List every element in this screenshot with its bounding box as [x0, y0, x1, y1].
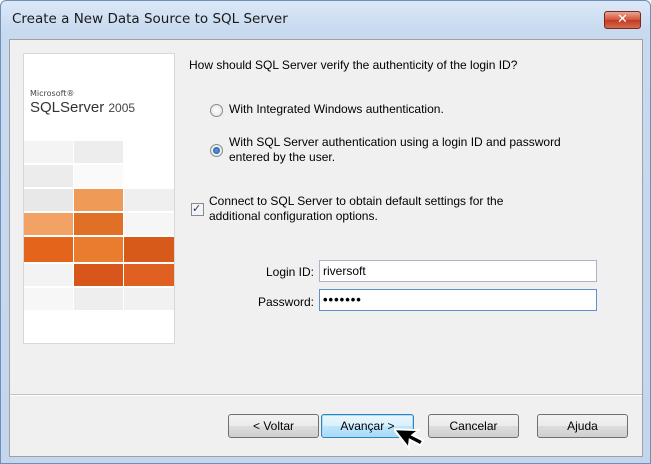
connect-checkbox-label[interactable]: Connect to SQL Server to obtain default … — [209, 194, 503, 224]
logo-tile — [74, 213, 123, 235]
title-bar[interactable]: Create a New Data Source to SQL Server ✕ — [1, 1, 650, 39]
auth-question: How should SQL Server verify the authent… — [189, 58, 518, 72]
dialog-body: Microsoft® SQLServer 2005 How should SQL… — [9, 39, 643, 457]
logo-tile — [74, 165, 123, 187]
window-title: Create a New Data Source to SQL Server — [12, 11, 288, 27]
logo-tile — [24, 141, 73, 163]
mouse-pointer-icon — [394, 428, 425, 451]
logo-microsoft-text: Microsoft® — [30, 89, 75, 98]
help-button[interactable]: Ajuda — [537, 414, 628, 438]
logo-product-name: SQLServer — [30, 99, 105, 116]
logo-tile — [74, 141, 123, 163]
close-icon: ✕ — [617, 12, 628, 27]
back-button[interactable]: < Voltar — [228, 414, 319, 438]
logo-tile — [124, 237, 174, 262]
logo-tile — [74, 189, 123, 211]
logo-tile — [124, 213, 174, 235]
windows-auth-label[interactable]: With Integrated Windows authentication. — [229, 102, 444, 117]
connect-label-line2: additional configuration options. — [209, 209, 378, 223]
logo-product: SQLServer 2005 — [30, 99, 135, 116]
logo-tile — [24, 213, 73, 235]
windows-auth-radio[interactable] — [210, 104, 223, 117]
sql-auth-label-line1: With SQL Server authentication using a l… — [229, 135, 561, 149]
logo-tile — [124, 288, 174, 310]
checkmark-icon: ✓ — [192, 202, 202, 215]
close-button[interactable]: ✕ — [604, 11, 641, 29]
button-separator — [10, 394, 642, 396]
connect-label-line1: Connect to SQL Server to obtain default … — [209, 194, 504, 208]
sql-server-logo-panel: Microsoft® SQLServer 2005 — [23, 53, 175, 344]
logo-tile — [24, 288, 73, 310]
sql-auth-radio[interactable] — [210, 144, 223, 157]
connect-checkbox[interactable]: ✓ — [191, 202, 204, 216]
password-input[interactable]: ••••••• — [319, 289, 597, 311]
logo-tile — [124, 264, 174, 286]
logo-version: 2005 — [108, 101, 136, 115]
cancel-button[interactable]: Cancelar — [428, 414, 519, 438]
sql-auth-label[interactable]: With SQL Server authentication using a l… — [229, 135, 561, 165]
logo-tile — [24, 189, 73, 211]
logo-tile — [124, 189, 174, 211]
logo-tile — [74, 264, 123, 286]
logo-tile — [24, 165, 73, 187]
sql-auth-label-line2: entered by the user. — [229, 150, 336, 164]
logo-tile — [74, 288, 123, 310]
logo-tile — [74, 237, 123, 262]
logo-tile — [24, 237, 73, 262]
logo-tile — [24, 264, 73, 286]
login-id-label: Login ID: — [265, 265, 314, 279]
login-id-input[interactable]: riversoft — [319, 260, 597, 282]
dialog-window: Create a New Data Source to SQL Server ✕… — [0, 0, 651, 464]
password-label: Password: — [257, 295, 314, 309]
